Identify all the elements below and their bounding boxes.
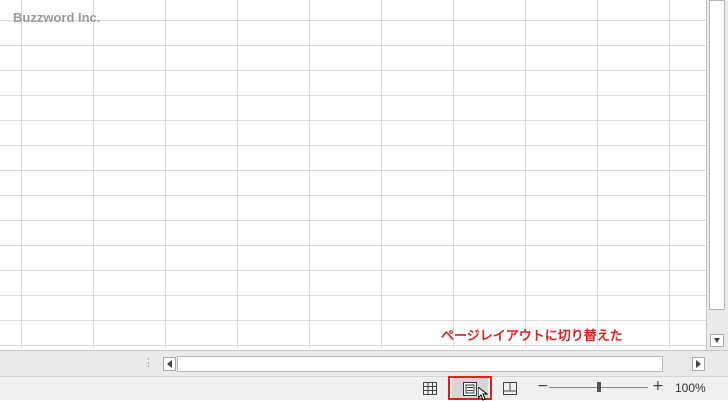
- arrow-down-icon: [714, 338, 720, 343]
- scroll-right-button[interactable]: [692, 357, 705, 371]
- grid-column-line: [165, 0, 166, 348]
- grid-column-line: [597, 0, 598, 348]
- grid-row-line: [0, 345, 706, 346]
- status-bar: [0, 376, 728, 400]
- page-break-icon: [503, 382, 517, 395]
- vertical-scrollbar[interactable]: [706, 0, 728, 350]
- grid-row-line: [0, 220, 706, 221]
- horizontal-scroll-area: ⋮: [0, 350, 728, 376]
- grid-column-line: [21, 0, 22, 348]
- page-break-preview-button[interactable]: [492, 378, 528, 399]
- horizontal-scroll-thumb[interactable]: [177, 356, 663, 372]
- grid-row-line: [0, 145, 706, 146]
- zoom-in-button[interactable]: +: [652, 378, 664, 394]
- mouse-cursor-icon: [478, 387, 488, 401]
- grid-row-line: [0, 45, 706, 46]
- zoom-level[interactable]: 100%: [675, 381, 706, 395]
- annotation-label: ページレイアウトに切り替えた: [441, 329, 623, 344]
- zoom-out-button[interactable]: −: [537, 378, 549, 394]
- grid-row-line: [0, 70, 706, 71]
- grid-row-line: [0, 20, 706, 21]
- grid-column-line: [669, 0, 670, 348]
- grid-row-line: [0, 120, 706, 121]
- splitter-handle-icon[interactable]: ⋮: [143, 356, 154, 369]
- grid-row-line: [0, 95, 706, 96]
- grid-column-line: [93, 0, 94, 348]
- grid-column-line: [453, 0, 454, 348]
- vertical-scroll-thumb[interactable]: [709, 0, 725, 310]
- grid-column-line: [309, 0, 310, 348]
- grid-row-line: [0, 270, 706, 271]
- arrow-left-icon: [167, 360, 172, 368]
- spreadsheet-grid[interactable]: [0, 0, 706, 348]
- grid-row-line: [0, 170, 706, 171]
- normal-view-button[interactable]: [412, 378, 448, 399]
- grid-row-line: [0, 195, 706, 196]
- zoom-slider-thumb[interactable]: [597, 382, 601, 392]
- grid-row-line: [0, 320, 706, 321]
- scroll-left-button[interactable]: [163, 357, 176, 371]
- scroll-down-button[interactable]: [710, 334, 724, 347]
- grid-icon: [423, 382, 437, 395]
- grid-column-line: [525, 0, 526, 348]
- grid-column-line: [381, 0, 382, 348]
- grid-column-line: [237, 0, 238, 348]
- grid-row-line: [0, 245, 706, 246]
- watermark: Buzzword Inc.: [13, 10, 101, 25]
- arrow-right-icon: [696, 360, 701, 368]
- grid-row-line: [0, 295, 706, 296]
